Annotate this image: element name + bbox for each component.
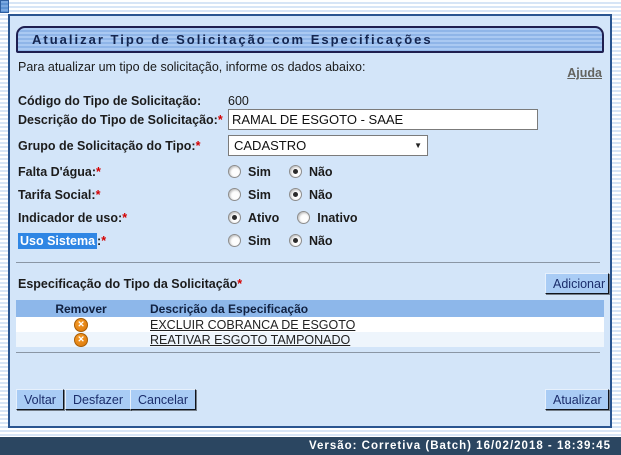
- voltar-button[interactable]: Voltar: [16, 389, 64, 410]
- grupo-label: Grupo de Solicitação do Tipo:*: [18, 139, 228, 153]
- required-mark: *: [96, 165, 101, 179]
- tarifa-social-sim-radio[interactable]: [228, 188, 241, 201]
- uso-sistema-nao-radio[interactable]: [289, 234, 302, 247]
- page-title-bar: Atualizar Tipo de Solicitação com Especi…: [16, 26, 604, 53]
- falta-dagua-radio-group: Sim Não: [228, 165, 333, 179]
- spec-table-header: Remover Descrição da Especificação: [16, 300, 604, 317]
- uso-sistema-label: Uso Sistema:*: [18, 234, 228, 248]
- codigo-value: 600: [228, 94, 249, 108]
- remove-spec-icon[interactable]: ✕: [74, 318, 88, 332]
- tarifa-social-row: Tarifa Social:* Sim Não: [18, 184, 602, 205]
- indicador-uso-inativo-radio[interactable]: [297, 211, 310, 224]
- descricao-input[interactable]: [228, 109, 538, 130]
- indicador-uso-radio-group: Ativo Inativo: [228, 211, 358, 225]
- descricao-label: Descrição do Tipo de Solicitação:*: [18, 113, 228, 127]
- falta-dagua-sim-label: Sim: [248, 165, 271, 179]
- required-mark: *: [96, 188, 101, 202]
- status-bar: Versão: Corretiva (Batch) 16/02/2018 - 1…: [0, 437, 621, 455]
- version-text: Versão: Corretiva (Batch) 16/02/2018 - 1…: [309, 440, 611, 452]
- remove-spec-icon[interactable]: ✕: [74, 333, 88, 347]
- tarifa-social-nao-radio[interactable]: [289, 188, 302, 201]
- tarifa-social-sim-label: Sim: [248, 188, 271, 202]
- required-mark: *: [218, 113, 223, 127]
- intro-text: Para atualizar um tipo de solicitação, i…: [18, 60, 365, 74]
- indicador-uso-ativo-radio[interactable]: [228, 211, 241, 224]
- tarifa-social-nao-label: Não: [309, 188, 333, 202]
- column-header-descricao: Descrição da Especificação: [150, 302, 308, 316]
- atualizar-button[interactable]: Atualizar: [545, 389, 609, 410]
- grupo-selected-value: CADASTRO: [234, 138, 306, 153]
- desfazer-button[interactable]: Desfazer: [65, 389, 131, 410]
- falta-dagua-row: Falta D'água:* Sim Não: [18, 161, 602, 182]
- adicionar-button[interactable]: Adicionar: [545, 273, 609, 294]
- section-divider: [16, 262, 600, 263]
- uso-sistema-radio-group: Sim Não: [228, 234, 333, 248]
- indicador-uso-inativo-label: Inativo: [317, 211, 357, 225]
- indicador-uso-row: Indicador de uso:* Ativo Inativo: [18, 207, 602, 228]
- cancelar-button[interactable]: Cancelar: [130, 389, 196, 410]
- page-title: Atualizar Tipo de Solicitação com Especi…: [32, 32, 433, 47]
- codigo-row: Código do Tipo de Solicitação: 600: [18, 90, 602, 111]
- spec-link[interactable]: REATIVAR ESGOTO TAMPONADO: [150, 333, 350, 347]
- chevron-down-icon: ▼: [414, 141, 422, 150]
- indicador-uso-ativo-label: Ativo: [248, 211, 279, 225]
- falta-dagua-label: Falta D'água:*: [18, 165, 228, 179]
- tarifa-social-radio-group: Sim Não: [228, 188, 333, 202]
- codigo-label: Código do Tipo de Solicitação:: [18, 94, 228, 108]
- uso-sistema-row: Uso Sistema:* Sim Não: [18, 230, 602, 251]
- grupo-row: Grupo de Solicitação do Tipo:* CADASTRO …: [18, 135, 602, 156]
- frame-corner: [0, 0, 9, 13]
- uso-sistema-sim-radio[interactable]: [228, 234, 241, 247]
- falta-dagua-nao-label: Não: [309, 165, 333, 179]
- falta-dagua-sim-radio[interactable]: [228, 165, 241, 178]
- help-link[interactable]: Ajuda: [567, 66, 602, 80]
- required-mark: *: [101, 234, 106, 248]
- required-mark: *: [122, 211, 127, 225]
- falta-dagua-nao-radio[interactable]: [289, 165, 302, 178]
- spec-section-title: Especificação do Tipo da Solicitação*: [18, 277, 242, 291]
- table-row: ✕ REATIVAR ESGOTO TAMPONADO: [16, 332, 604, 347]
- required-mark: *: [237, 277, 242, 291]
- uso-sistema-sim-label: Sim: [248, 234, 271, 248]
- column-header-remover: Remover: [55, 302, 106, 316]
- tarifa-social-label: Tarifa Social:*: [18, 188, 228, 202]
- form-panel: Atualizar Tipo de Solicitação com Especi…: [8, 14, 612, 428]
- uso-sistema-highlighted-text: Uso Sistema: [18, 233, 97, 249]
- required-mark: *: [196, 139, 201, 153]
- indicador-uso-label: Indicador de uso:*: [18, 211, 228, 225]
- footer-divider: [16, 352, 600, 353]
- grupo-select[interactable]: CADASTRO ▼: [228, 135, 428, 156]
- uso-sistema-nao-label: Não: [309, 234, 333, 248]
- spec-table: Remover Descrição da Especificação ✕ EXC…: [16, 300, 604, 347]
- descricao-row: Descrição do Tipo de Solicitação:*: [18, 109, 602, 130]
- spec-link[interactable]: EXCLUIR COBRANCA DE ESGOTO: [150, 318, 355, 332]
